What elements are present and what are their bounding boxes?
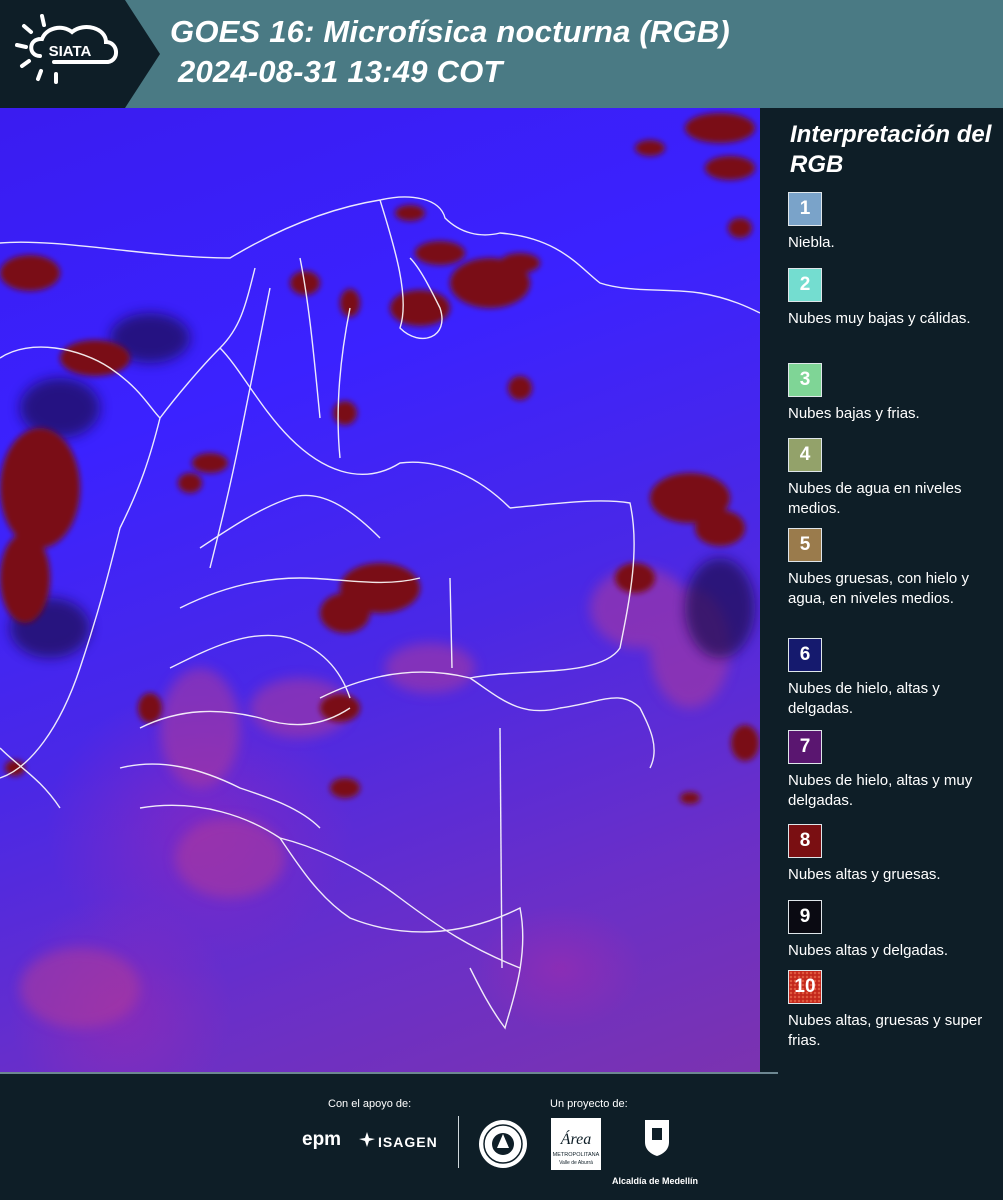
legend-swatch: 7 [788,730,822,764]
university-seal-icon [479,1120,527,1168]
logo-panel: SIATA [0,0,160,108]
legend-title: Interpretación del RGB [790,121,992,178]
legend-label: Niebla. [788,234,835,251]
legend-item: 3 Nubes bajas y frias. [788,363,998,424]
legend-item: 6 Nubes de hielo, altas y delgadas. [788,638,998,719]
legend-swatch: 5 [788,528,822,562]
legend-item: 2 Nubes muy bajas y cálidas. [788,268,998,329]
legend-label: Nubes bajas y frias. [788,405,920,422]
footer: Con el apoyo de: Un proyecto de: epm ISA… [0,1072,1003,1200]
legend-swatch: 6 [788,638,822,672]
legend-item: 10 Nubes altas, gruesas y super frias. [788,970,998,1051]
legend-label: Nubes de hielo, altas y delgadas. [788,680,940,717]
legend-label: Nubes altas y delgadas. [788,942,949,959]
legend-label: Nubes de agua en niveles medios. [788,480,962,517]
rgb-satellite-image [0,113,760,1030]
page-timestamp: 2024-08-31 13:49 COT [178,54,503,89]
project-label: Un proyecto de: [550,1098,628,1110]
support-label: Con el apoyo de: [328,1098,412,1110]
alcaldia-shield-icon [645,1120,669,1156]
logo-text: SIATA [49,43,92,60]
svg-text:Valle de Aburrá: Valle de Aburrá [559,1160,593,1166]
logo-divider [458,1116,459,1168]
isagen-icon [359,1132,375,1147]
footer-divider-line [0,1072,778,1074]
epm-logo: epm [302,1129,342,1150]
legend-item: 7 Nubes de hielo, altas y muy delgadas. [788,730,998,811]
legend-swatch: 4 [788,438,822,472]
legend-label: Nubes muy bajas y cálidas. [788,310,971,327]
legend-label: Nubes altas, gruesas y super frias. [788,1012,983,1049]
legend-swatch: 1 [788,192,822,226]
svg-text:Área: Área [560,1129,592,1148]
legend-swatch: 10 [788,970,822,1004]
legend-swatch: 2 [788,268,822,302]
page-title: GOES 16: Microfísica nocturna (RGB) [170,14,730,49]
legend-label: Nubes gruesas, con hielo y agua, en nive… [788,570,969,607]
legend-item: 4 Nubes de agua en niveles medios. [788,438,998,519]
legend-panel: Interpretación del RGB 1 Niebla. 2 Nubes mu… [760,108,1003,1072]
svg-text:METROPOLITANA: METROPOLITANA [553,1152,600,1158]
legend-swatch: 9 [788,900,822,934]
legend-item: 5 Nubes gruesas, con hielo y agua, en niv… [788,528,998,609]
alcaldia-medellin-label: Alcaldía de Medellín [612,1176,699,1186]
legend-item: 8 Nubes altas y gruesas. [788,824,998,885]
legend-item: 9 Nubes altas y delgadas. [788,900,998,961]
legend-item: 1 Niebla. [788,192,998,253]
siata-logo-icon: SIATA [15,14,118,84]
legend-swatch: 3 [788,363,822,397]
legend-swatch: 8 [788,824,822,858]
header-bar: SIATA GOES 16: Microfísica nocturna (RGB… [0,0,1003,108]
satellite-map[interactable] [0,108,760,1072]
isagen-logo: ISAGEN [378,1134,438,1150]
legend-label: Nubes de hielo, altas y muy delgadas. [788,772,973,809]
legend-label: Nubes altas y gruesas. [788,866,941,883]
area-metropolitana-logo: Área METROPOLITANA Valle de Aburrá [551,1118,601,1170]
